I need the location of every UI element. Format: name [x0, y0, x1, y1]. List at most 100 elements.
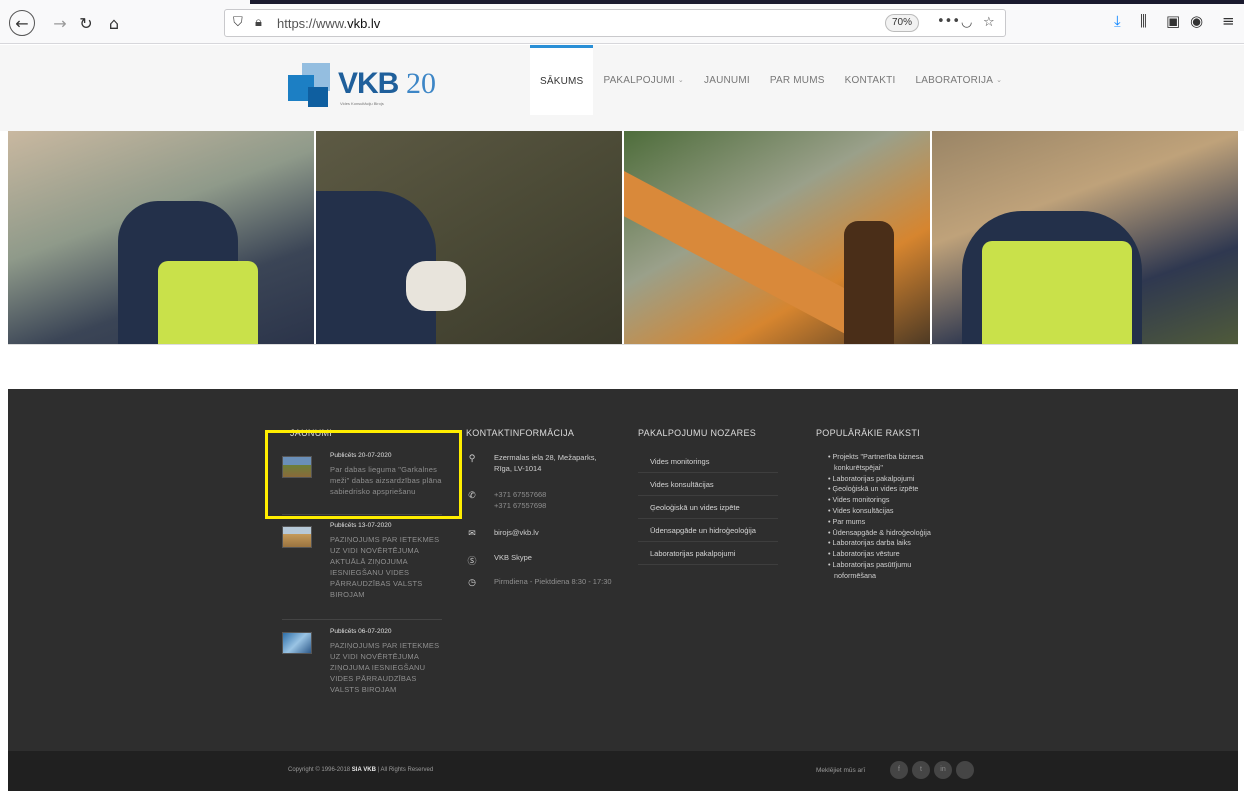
news-separator	[282, 619, 442, 620]
phone-1[interactable]: +371 67557668	[494, 489, 546, 500]
photo-vest	[158, 261, 258, 344]
popular-link[interactable]: • Ūdensapgāde & hidroģeoloģija	[828, 528, 958, 539]
footer	[8, 389, 1238, 751]
menu-icon[interactable]: ≡	[1222, 12, 1235, 30]
sidebar-icon[interactable]: ▣	[1166, 12, 1180, 30]
popular-label: Ģeoloģiskā un vides izpēte	[832, 484, 919, 494]
hero-photo-worker-man	[8, 131, 314, 344]
popular-label: noformēšana	[834, 570, 876, 580]
skype-icon: Ⓢ	[467, 557, 477, 567]
back-arrow-icon[interactable]: ←	[9, 10, 35, 36]
popular-link-cont[interactable]: noformēšana	[828, 571, 958, 582]
news-item[interactable]: Publicēts 13-07-2020 PAZIŅOJUMS PAR IETE…	[282, 522, 442, 617]
hero-photo-strip	[8, 131, 1238, 344]
logo-number: 20	[406, 67, 436, 100]
menu-label: LABORATORIJA	[915, 74, 994, 86]
copyright-prefix: Copyright © 1996-2018	[288, 767, 352, 773]
menu-item-par-mums[interactable]: PAR MUMS	[760, 45, 835, 115]
menu-label: JAUNUMI	[704, 74, 750, 86]
service-link[interactable]: Ģeoloģiskā un vides izpēte	[638, 496, 778, 519]
phone-2[interactable]: +371 67557698	[494, 500, 546, 511]
news-title[interactable]: PAZIŅOJUMS PAR IETEKMES UZ VIDI NOVĒRTĒJ…	[330, 534, 442, 600]
popular-label: Vides konsultācijas	[832, 505, 894, 515]
popular-link[interactable]: • Vides konsultācijas	[828, 506, 958, 517]
url-domain: vkb.lv	[347, 16, 381, 31]
popular-link[interactable]: • Projekts "Partnerība biznesa	[828, 452, 958, 463]
news-date: Publicēts 06-07-2020	[330, 628, 392, 635]
copyright-bar: Copyright © 1996-2018 SIA VKB | All Righ…	[8, 751, 1238, 791]
working-hours: Pirmdiena - Piektdiena 8:30 - 17:30	[494, 577, 612, 586]
bookmark-star-icon[interactable]: ☆	[983, 15, 995, 30]
zoom-indicator[interactable]: 70%	[885, 14, 919, 32]
popular-label: Par mums	[832, 516, 866, 526]
highlight-box	[265, 430, 462, 519]
menu-item-jaunumi[interactable]: JAUNUMI	[694, 45, 760, 115]
envelope-icon: ✉	[468, 529, 476, 539]
menu-item-sakums[interactable]: SĀKUMS	[530, 45, 594, 115]
hero-photo-worker-woman	[932, 131, 1238, 344]
popular-link[interactable]: • Par mums	[828, 517, 958, 528]
popular-link[interactable]: • Laboratorijas darba laiks	[828, 538, 958, 549]
hero-photo-sample	[624, 131, 930, 344]
service-link[interactable]: Vides konsultācijas	[638, 473, 778, 496]
popular-link[interactable]: • Vides monitorings	[828, 495, 958, 506]
popular-list: • Projekts "Partnerība biznesa konkurēts…	[828, 452, 958, 582]
divider	[8, 344, 1238, 345]
popular-link[interactable]: • Laboratorijas pasūtījumu	[828, 560, 958, 571]
menu-label: SĀKUMS	[540, 76, 584, 87]
page-actions-icon[interactable]: •••	[937, 14, 960, 29]
menu-label: PAKALPOJUMI	[603, 74, 675, 86]
social-extra-icon[interactable]	[956, 761, 974, 779]
linkedin-icon[interactable]: in	[934, 761, 952, 779]
account-icon[interactable]: ◉	[1190, 12, 1203, 30]
menu-item-kontakti[interactable]: KONTAKTI	[835, 45, 906, 115]
news-title[interactable]: PAZIŅOJUMS PAR IETEKMES UZ VIDI NOVĒRTĒJ…	[330, 640, 442, 695]
service-link[interactable]: Laboratorijas pakalpojumi	[638, 542, 778, 565]
menu-label: PAR MUMS	[769, 74, 825, 86]
popular-link[interactable]: • Laboratorijas vēsture	[828, 549, 958, 560]
home-icon[interactable]: ⌂	[102, 11, 126, 35]
photo-bottle	[844, 221, 894, 344]
skype-link[interactable]: VKB Skype	[494, 552, 532, 563]
url-prefix: https://www.	[277, 16, 348, 31]
reload-icon[interactable]: ↻	[74, 11, 98, 35]
photo-glove	[406, 261, 466, 311]
url-bar[interactable]: ⛉ 🔒︎ https://www.vkb.lv 70% ••• ◡ ☆	[224, 9, 1006, 37]
popular-label: Laboratorijas vēsture	[832, 549, 900, 559]
news-date: Publicēts 13-07-2020	[330, 522, 392, 529]
popular-link[interactable]: • Laboratorijas pakalpojumi	[828, 474, 958, 485]
url-text[interactable]: https://www.vkb.lv	[277, 16, 380, 31]
service-link[interactable]: Ūdensapgāde un hidroģeoloģija	[638, 519, 778, 542]
main-menu: SĀKUMS PAKALPOJUMI ⌄ JAUNUMI PAR MUMS KON…	[530, 45, 1012, 115]
shield-icon[interactable]: ⛉	[233, 15, 243, 30]
popular-link-cont[interactable]: konkurētspējai"	[828, 463, 958, 474]
follow-label: Meklējiet mūs arī	[816, 767, 866, 774]
popular-label: Vides monitorings	[832, 495, 890, 505]
service-link[interactable]: Vides monitorings	[638, 450, 778, 473]
popular-label: konkurētspējai"	[834, 462, 883, 472]
news-thumbnail[interactable]	[282, 526, 312, 548]
popular-label: Laboratorijas pakalpojumi	[832, 473, 915, 483]
news-item[interactable]: Publicēts 06-07-2020 PAZIŅOJUMS PAR IETE…	[282, 628, 442, 718]
email-link[interactable]: birojs@vkb.lv	[494, 527, 539, 538]
popular-label: Projekts "Partnerība biznesa	[832, 452, 924, 461]
forward-arrow-icon[interactable]: →	[48, 11, 72, 35]
library-icon[interactable]: ⫼	[1140, 12, 1147, 30]
menu-item-laboratorija[interactable]: LABORATORIJA ⌄	[905, 45, 1012, 115]
menu-item-pakalpojumi[interactable]: PAKALPOJUMI ⌄	[593, 45, 694, 115]
clock-icon: ◷	[468, 578, 476, 588]
copyright-text: Copyright © 1996-2018 SIA VKB | All Righ…	[288, 767, 433, 773]
phone-icon: ✆	[468, 491, 476, 501]
news-thumbnail[interactable]	[282, 632, 312, 654]
copyright-suffix: | All Rights Reserved	[375, 767, 434, 773]
vkb-logo[interactable]: VKB 20 Vides Konsultāciju Birojs	[288, 63, 448, 113]
download-icon[interactable]: ⤓	[1114, 12, 1121, 30]
address-line-1: Ezermalas iela 28, Mežaparks,	[494, 453, 597, 462]
facebook-icon[interactable]: f	[890, 761, 908, 779]
lock-icon[interactable]: 🔒︎	[255, 15, 262, 30]
twitter-icon[interactable]: t	[912, 761, 930, 779]
tab-strip-edge	[250, 0, 1244, 4]
popular-link[interactable]: • Ģeoloģiskā un vides izpēte	[828, 484, 958, 495]
copyright-company[interactable]: SIA VKB	[352, 767, 376, 773]
pocket-icon[interactable]: ◡	[961, 15, 972, 30]
